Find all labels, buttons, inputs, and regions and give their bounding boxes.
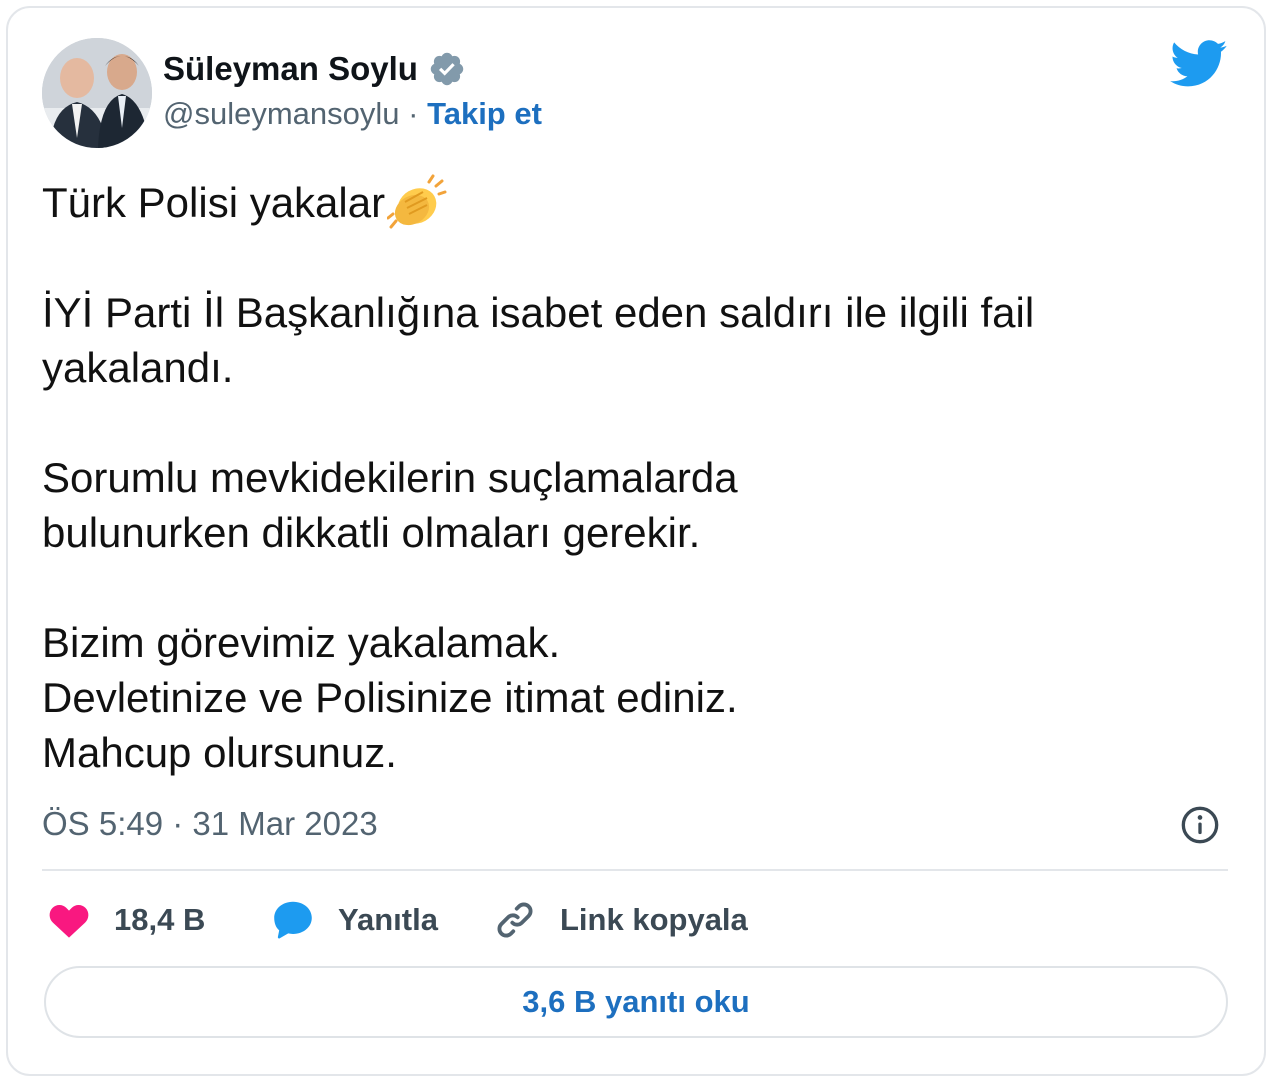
reply-button[interactable]: Yanıtla <box>270 894 438 946</box>
author-handle[interactable]: @suleymansoylu <box>163 96 400 131</box>
tweet-line-11: Mahcup olursunuz. <box>42 729 397 776</box>
tweet-line-1: Türk Polisi yakalar <box>42 174 1192 230</box>
tweet-line-6: Sorumlu mevkidekilerin suçlamalarda <box>42 454 738 501</box>
verified-badge-icon <box>430 52 464 86</box>
tweet-line-4: yakalandı. <box>42 344 234 391</box>
divider <box>42 869 1228 871</box>
copy-link-label: Link kopyala <box>560 902 748 937</box>
author-name-row[interactable]: Süleyman Soylu <box>163 50 466 88</box>
tweet-text: Türk Polisi yakalar İYİ Parti İl Başkanl… <box>42 174 1192 780</box>
clapping-hands-icon <box>387 174 447 229</box>
link-icon <box>497 902 533 938</box>
tweet-line-10: Devletinize ve Polisinize itimat ediniz. <box>42 674 738 721</box>
author-avatar[interactable] <box>42 38 152 148</box>
read-replies-label: 3,6 B yanıtı oku <box>522 984 750 1019</box>
action-bar: 18,4 B Yanıtla Link kopyala <box>42 894 1228 946</box>
handle-separator: · <box>399 96 428 131</box>
reply-bubble-icon <box>274 901 312 939</box>
tweet-line-7: bulunurken dikkatli olmaları gerekir. <box>42 509 701 556</box>
tweet-line-9: Bizim görevimiz yakalamak. <box>42 619 561 666</box>
heart-icon <box>49 905 89 938</box>
like-button[interactable]: 18,4 B <box>46 894 205 946</box>
copy-link-button[interactable]: Link kopyala <box>492 894 748 946</box>
twitter-bird-icon[interactable] <box>1170 40 1228 88</box>
read-replies-button[interactable]: 3,6 B yanıtı oku <box>44 966 1228 1038</box>
tweet-timestamp[interactable]: ÖS 5:49 · 31 Mar 2023 <box>42 805 378 843</box>
info-icon[interactable] <box>1180 805 1220 845</box>
author-name[interactable]: Süleyman Soylu <box>163 50 418 88</box>
follow-button[interactable]: Takip et <box>427 96 542 131</box>
tweet-line-3: İYİ Parti İl Başkanlığına isabet eden sa… <box>42 289 1035 336</box>
reply-label: Yanıtla <box>338 902 438 937</box>
author-handle-row: @suleymansoylu · Takip et <box>163 96 542 132</box>
like-count: 18,4 B <box>114 902 206 937</box>
